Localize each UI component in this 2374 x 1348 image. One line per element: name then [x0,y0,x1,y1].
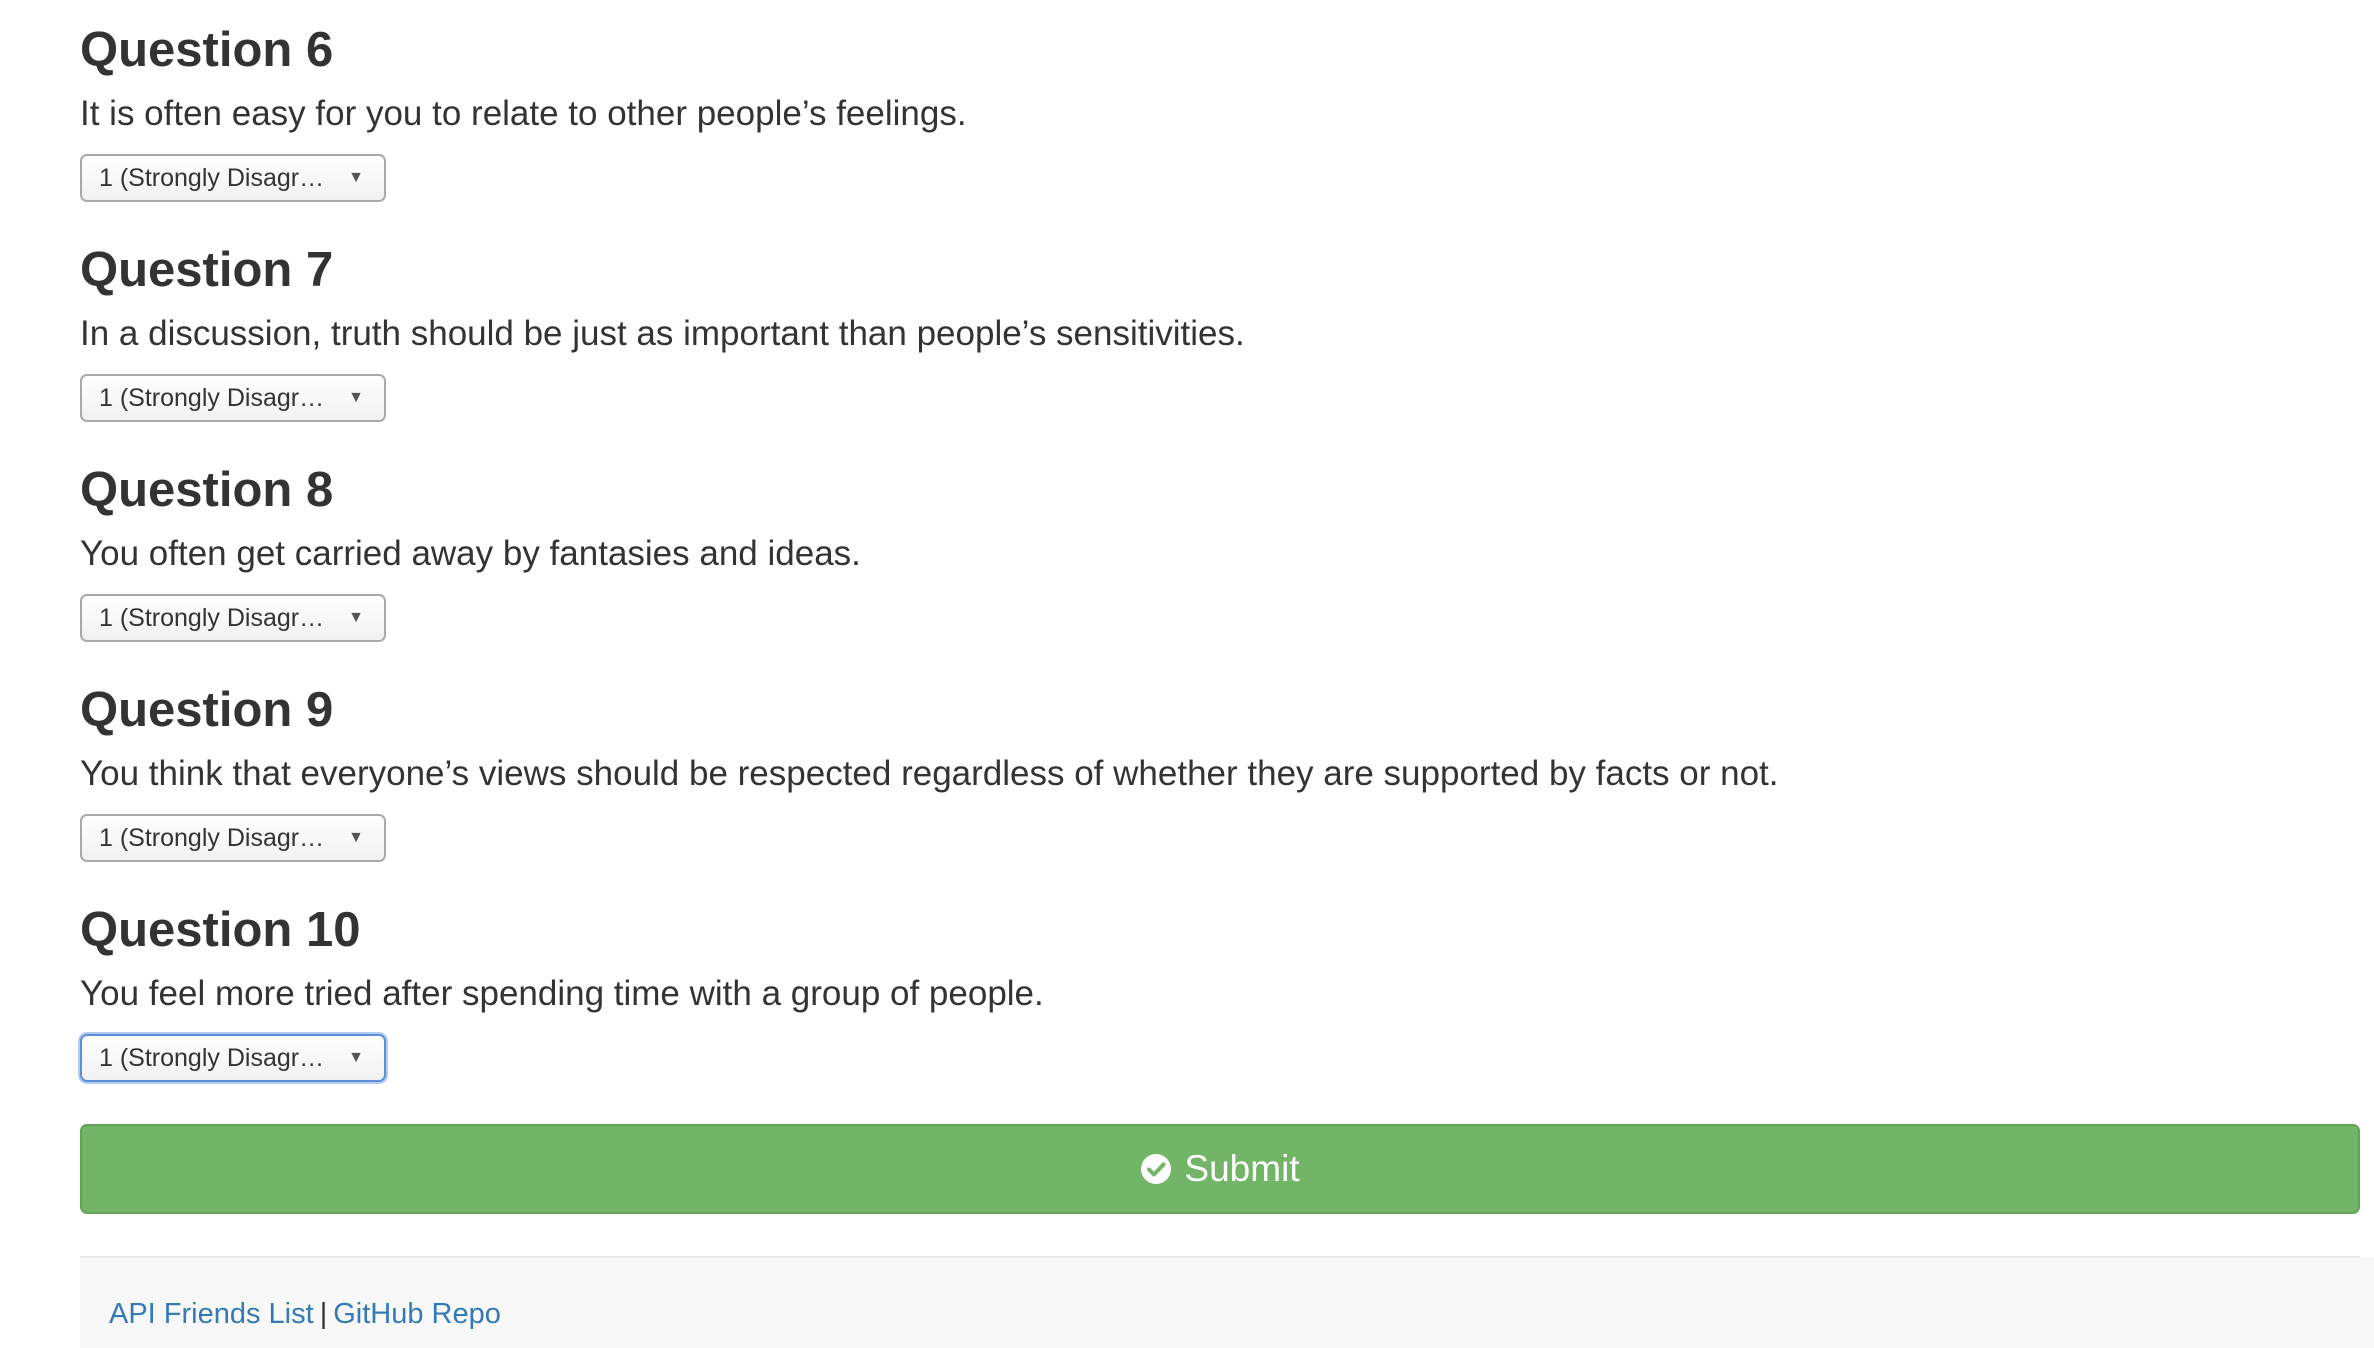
api-friends-list-link[interactable]: API Friends List [109,1298,314,1330]
question-title: Question 9 [80,683,334,737]
caret-down-icon: ▼ [348,829,364,846]
answer-select[interactable]: 1 (Strongly Disagr… ▼ [80,594,386,642]
check-circle-icon [1141,1154,1172,1184]
caret-down-icon: ▼ [348,1049,364,1066]
question-9: Question 9 You think that everyone’s vie… [80,660,2360,880]
question-8: Question 8 You often get carried away by… [80,440,2360,660]
question-title: Question 6 [80,23,334,77]
survey-page: Question 6 It is often easy for you to r… [0,0,2374,1348]
answer-select-value: 1 (Strongly Disagr… [99,164,325,192]
answer-select-value: 1 (Strongly Disagr… [99,1044,325,1072]
answer-select[interactable]: 1 (Strongly Disagr… ▼ [80,374,386,422]
questions-container: Question 6 It is often easy for you to r… [80,0,2374,1348]
question-title: Question 7 [80,243,334,297]
answer-select-value: 1 (Strongly Disagr… [99,604,325,632]
answer-select[interactable]: 1 (Strongly Disagr… ▼ [80,154,386,202]
github-repo-link[interactable]: GitHub Repo [333,1298,501,1330]
answer-select[interactable]: 1 (Strongly Disagr… ▼ [80,1034,386,1082]
question-title: Question 10 [80,903,361,957]
footer: API Friends List | GitHub Repo [80,1258,2374,1348]
question-text: You feel more tried after spending time … [80,974,1044,1013]
question-6: Question 6 It is often easy for you to r… [80,0,2360,220]
submit-button[interactable]: Submit [80,1124,2360,1214]
answer-select-value: 1 (Strongly Disagr… [99,384,325,412]
submit-label: Submit [1184,1148,1300,1189]
answer-select-value: 1 (Strongly Disagr… [99,824,325,852]
question-7: Question 7 In a discussion, truth should… [80,220,2360,440]
question-text: In a discussion, truth should be just as… [80,314,1245,353]
caret-down-icon: ▼ [348,169,364,186]
question-title: Question 8 [80,463,334,517]
answer-select[interactable]: 1 (Strongly Disagr… ▼ [80,814,386,862]
caret-down-icon: ▼ [348,609,364,626]
question-text: You think that everyone’s views should b… [80,754,1779,793]
footer-links: API Friends List | GitHub Repo [109,1296,501,1332]
question-text: It is often easy for you to relate to ot… [80,94,967,133]
question-10: Question 10 You feel more tried after sp… [80,880,2360,1100]
question-text: You often get carried away by fantasies … [80,534,861,573]
caret-down-icon: ▼ [348,389,364,406]
footer-separator: | [319,1298,328,1330]
